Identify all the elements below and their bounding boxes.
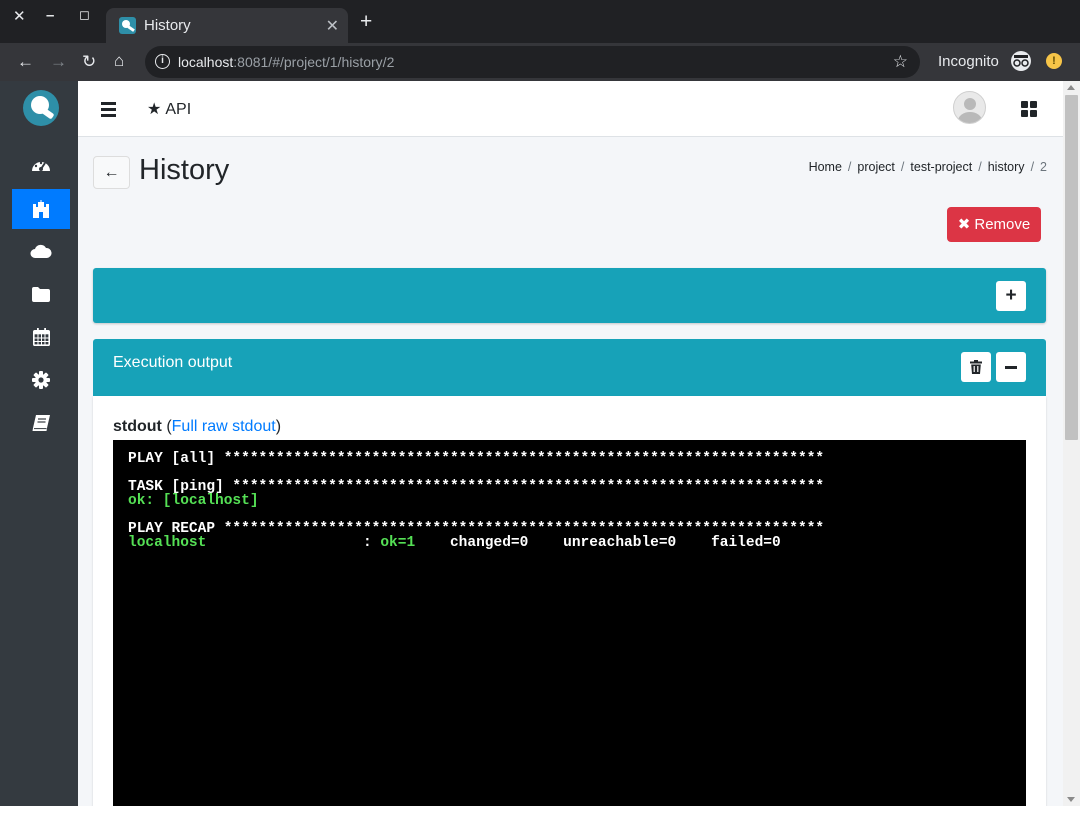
- stdout-label-row: stdout (Full raw stdout): [113, 418, 282, 435]
- browser-titlebar: ✕ – ◻ History ✕ +: [0, 0, 1080, 43]
- info-icon[interactable]: i: [155, 54, 170, 69]
- full-raw-stdout-link[interactable]: Full raw stdout: [172, 418, 276, 435]
- incognito-glasses-icon: [1013, 55, 1029, 67]
- execution-output-card-header: Execution output: [93, 339, 1046, 396]
- page-scrollbar[interactable]: [1063, 81, 1080, 820]
- sidebar-item-docs[interactable]: [12, 403, 70, 443]
- window-bottom-edge: [0, 806, 1080, 820]
- console-output: PLAY [all] *****************************…: [128, 451, 825, 551]
- breadcrumb-history[interactable]: history: [988, 160, 1025, 174]
- home-icon[interactable]: ⌂: [114, 51, 124, 71]
- sidebar-item-settings[interactable]: [12, 360, 70, 400]
- incognito-icon[interactable]: [1011, 51, 1031, 71]
- castle-icon: [33, 200, 49, 218]
- folder-icon: [32, 286, 50, 302]
- trash-icon: [970, 360, 982, 374]
- apps-grid-icon[interactable]: [1021, 101, 1037, 117]
- reload-icon[interactable]: ↻: [82, 52, 96, 72]
- browser-toolbar: ← → ↻ ⌂ i localhost:8081/#/project/1/his…: [0, 43, 1080, 81]
- incognito-label: Incognito: [938, 53, 999, 70]
- url-text: localhost:8081/#/project/1/history/2: [178, 54, 394, 70]
- stdout-console: PLAY [all] *****************************…: [113, 440, 1026, 820]
- api-link[interactable]: ★ API: [147, 99, 191, 119]
- recap-host: localhost: [128, 535, 207, 551]
- expand-card-button[interactable]: +: [996, 281, 1026, 311]
- scroll-down-arrow-icon[interactable]: [1067, 797, 1075, 802]
- minus-icon: [1005, 366, 1017, 369]
- breadcrumb: Home / project / test-project / history/2: [808, 160, 1047, 174]
- tab-title: History: [144, 17, 191, 34]
- main-content: ← History Home / project / test-project / hist…: [78, 137, 1063, 820]
- book-icon: [32, 415, 50, 431]
- collapse-card-button[interactable]: [996, 352, 1026, 382]
- maximize-window-icon[interactable]: ◻: [79, 7, 90, 23]
- sidebar-item-dashboard[interactable]: [12, 145, 70, 185]
- arrow-left-icon: ←: [103, 164, 120, 181]
- stdout-label: stdout: [113, 418, 162, 435]
- browser-menu-icon[interactable]: !: [1046, 53, 1062, 69]
- recap-unreachable: unreachable=0: [563, 535, 677, 551]
- avatar-body: [958, 112, 982, 123]
- times-icon: ✖: [957, 216, 971, 233]
- page-title: History: [139, 154, 230, 186]
- hamburger-menu-icon[interactable]: [101, 102, 116, 120]
- recap-failed: failed=0: [711, 535, 781, 551]
- browser-tab[interactable]: History ✕: [106, 8, 348, 43]
- api-label: API: [165, 101, 192, 118]
- remove-button[interactable]: ✖ Remove: [947, 207, 1041, 242]
- breadcrumb-test-project[interactable]: test-project: [910, 160, 972, 174]
- execution-output-card-body: stdout (Full raw stdout) PLAY [all] ****…: [93, 396, 1046, 820]
- gear-icon: [32, 371, 50, 389]
- app-sidebar: [0, 81, 78, 820]
- cloud-icon: [30, 244, 52, 258]
- back-arrow-icon[interactable]: ←: [17, 52, 34, 72]
- address-bar[interactable]: i localhost:8081/#/project/1/history/2 ☆: [145, 46, 920, 78]
- plus-icon: +: [1005, 285, 1017, 306]
- semaphore-logo-icon[interactable]: [23, 90, 59, 126]
- tab-close-icon[interactable]: ✕: [326, 16, 339, 36]
- user-avatar[interactable]: [953, 91, 986, 124]
- avatar-head: [964, 98, 976, 110]
- collapsed-card: +: [93, 268, 1046, 323]
- breadcrumb-project[interactable]: project: [857, 160, 895, 174]
- breadcrumb-home[interactable]: Home: [809, 160, 842, 174]
- console-line: PLAY [all] *****************************…: [128, 451, 825, 467]
- breadcrumb-current: 2: [1040, 160, 1047, 174]
- scroll-thumb[interactable]: [1065, 95, 1078, 440]
- top-navbar: ★ API: [78, 81, 1063, 137]
- tachometer-icon: [32, 161, 50, 171]
- delete-output-button[interactable]: [961, 352, 991, 382]
- forward-arrow-icon[interactable]: →: [50, 52, 67, 72]
- sidebar-item-projects[interactable]: [12, 189, 70, 229]
- minimize-window-icon[interactable]: –: [46, 8, 54, 24]
- logo-key: [39, 106, 55, 120]
- console-line-ok: ok: [localhost]: [128, 493, 259, 509]
- scroll-up-arrow-icon[interactable]: [1067, 85, 1075, 90]
- star-icon: ★: [147, 101, 162, 118]
- url-path: :8081/#/project/1/history/2: [233, 54, 395, 70]
- recap-changed: changed=0: [449, 535, 529, 551]
- calendar-icon: [32, 328, 50, 346]
- sidebar-item-calendar[interactable]: [12, 317, 70, 357]
- new-tab-icon[interactable]: +: [360, 11, 372, 32]
- close-window-icon[interactable]: ✕: [13, 9, 26, 25]
- execution-output-title: Execution output: [113, 354, 233, 371]
- bookmark-star-icon[interactable]: ☆: [893, 52, 908, 72]
- sidebar-item-files[interactable]: [12, 274, 70, 314]
- semaphore-favicon-icon: [119, 17, 136, 34]
- back-button[interactable]: ←: [93, 156, 130, 189]
- sidebar-item-cloud[interactable]: [12, 231, 70, 271]
- url-host: localhost: [178, 54, 234, 70]
- remove-button-label: Remove: [974, 216, 1031, 233]
- recap-ok: ok=1: [380, 535, 416, 551]
